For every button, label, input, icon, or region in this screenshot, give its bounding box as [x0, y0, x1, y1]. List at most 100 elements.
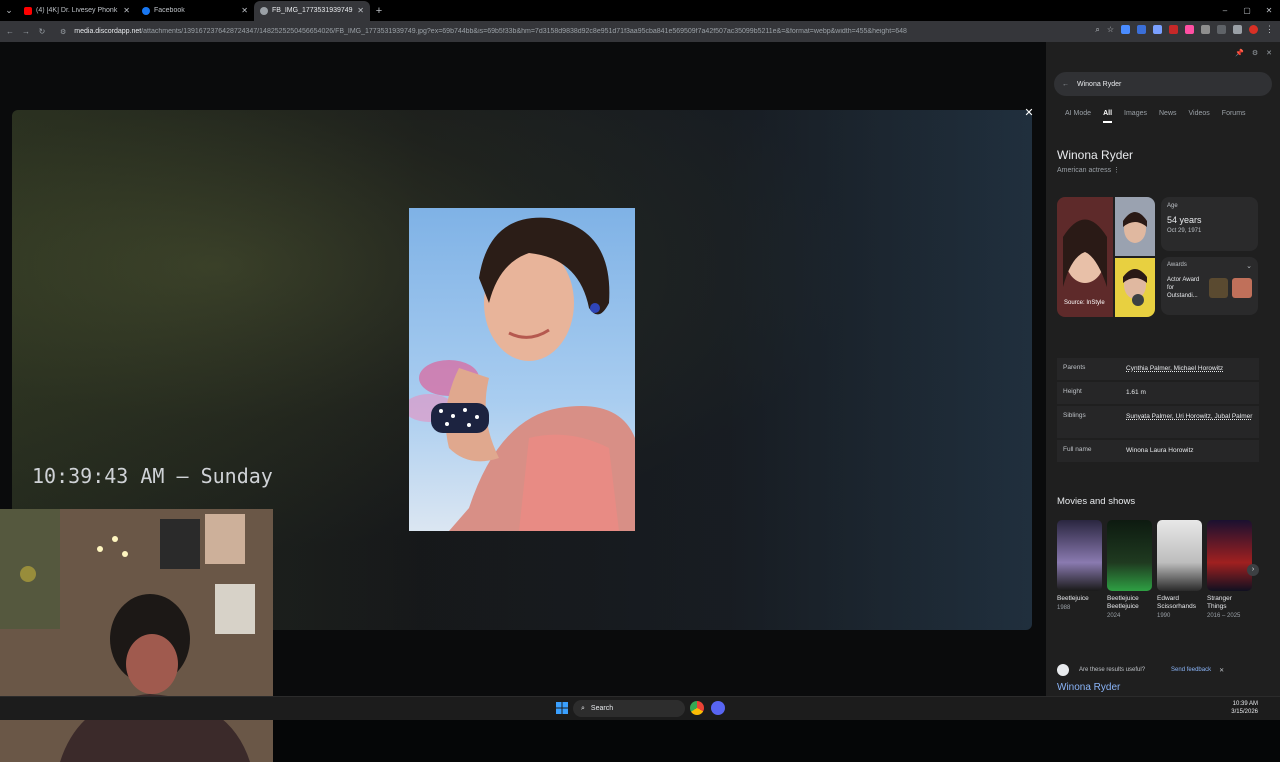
movie-poster — [1107, 520, 1152, 591]
fact-value: Winona Laura Horowitz — [1126, 447, 1194, 454]
profile-avatar[interactable] — [1249, 25, 1258, 34]
tab-close-icon[interactable]: ✕ — [241, 6, 248, 15]
fact-value-link[interactable]: Sunyata Palmer, Uri Horowitz, Jubal Palm… — [1126, 412, 1253, 432]
minimize-button[interactable]: – — [1214, 0, 1236, 21]
search-input[interactable]: ← Winona Ryder — [1054, 72, 1272, 96]
next-result-title[interactable]: Winona Ryder — [1057, 682, 1120, 693]
chrome-icon[interactable] — [690, 701, 704, 715]
image-viewer: ✕ 10:39:43 AM — Sunday — [0, 42, 1046, 762]
tab-title: FB_IMG_1773531939749.jpg (4 — [272, 7, 353, 14]
address-bar[interactable]: ⚙ media.discordapp.net /attachments/1391… — [60, 24, 1060, 39]
tab-all[interactable]: All — [1103, 110, 1113, 123]
system-date: 3/15/2026 — [1231, 709, 1258, 715]
tab-images[interactable]: Images — [1124, 110, 1147, 123]
close-icon[interactable]: ✕ — [1022, 106, 1036, 120]
fact-row-parents: Parents Cynthia Palmer, Michael Horowitz — [1057, 358, 1259, 380]
new-tab-button[interactable]: + — [370, 5, 388, 17]
extensions-puzzle-icon[interactable] — [1217, 25, 1226, 34]
feedback-question: Are these results useful? — [1079, 667, 1146, 673]
tab-strip: ⌄ (4) [4K] Dr. Livesey Phonk Walk ✕ Face… — [0, 0, 1280, 21]
fact-key: Parents — [1063, 364, 1086, 371]
tab-videos[interactable]: Videos — [1189, 110, 1210, 123]
send-feedback-link[interactable]: Send feedback — [1171, 667, 1211, 673]
youtube-icon — [24, 6, 32, 15]
movie-year: 1988 — [1057, 605, 1071, 611]
movie-year: 2016 – 2025 — [1207, 613, 1241, 619]
birth-date: Oct 29, 1971 — [1167, 228, 1202, 234]
award-thumbnail[interactable] — [1208, 278, 1229, 298]
extension-icon[interactable] — [1201, 25, 1210, 34]
tab-forums[interactable]: Forums — [1222, 110, 1246, 123]
extension-icon[interactable] — [1153, 25, 1162, 34]
site-info-icon[interactable]: ⚙ — [60, 28, 66, 36]
close-icon[interactable]: ✕ — [1219, 667, 1224, 674]
award-description: Actor Award for Outstandi... — [1167, 277, 1200, 299]
tab-ai-mode[interactable]: AI Mode — [1065, 110, 1091, 123]
window-controls: – ▢ ✕ — [1214, 0, 1280, 21]
movie-card[interactable]: Beetlejuice 1988 — [1057, 520, 1102, 619]
settings-icon[interactable]: ⚙ — [1252, 49, 1258, 57]
tab-facebook[interactable]: Facebook ✕ — [136, 1, 254, 21]
feedback-bar: Are these results useful? Send feedback … — [1057, 662, 1257, 678]
search-tabs: AI Mode All Images News Videos Forums — [1065, 110, 1246, 123]
fact-value-link[interactable]: Cynthia Palmer, Michael Horowitz — [1126, 364, 1253, 374]
extensions-bar: ⌕ ☆ ⋮ — [1095, 24, 1274, 35]
movie-card[interactable]: Beetlejuice Beetlejuice 2024 — [1107, 520, 1152, 619]
tab-close-icon[interactable]: ✕ — [357, 6, 364, 15]
side-panel-icon[interactable] — [1233, 25, 1242, 34]
menu-icon[interactable]: ⋮ — [1265, 24, 1274, 35]
extension-icon[interactable] — [1185, 25, 1194, 34]
fact-key: Height — [1063, 388, 1082, 395]
extension-icon[interactable] — [1169, 25, 1178, 34]
close-panel-icon[interactable]: ✕ — [1266, 49, 1272, 57]
back-icon[interactable]: ← — [4, 27, 16, 36]
carousel-next-icon[interactable]: › — [1247, 564, 1259, 576]
age-label: Age — [1167, 203, 1178, 209]
system-time: 10:39 AM — [1232, 701, 1258, 707]
awards-card[interactable]: Awards ⌄ Actor Award for Outstandi... — [1161, 257, 1258, 315]
back-arrow-icon[interactable]: ← — [1062, 81, 1069, 88]
chevron-down-icon[interactable]: ⌄ — [1246, 262, 1252, 270]
awards-header: Awards ⌄ — [1167, 262, 1252, 270]
movie-card[interactable]: Stranger Things 2016 – 2025 — [1207, 520, 1252, 619]
knowledge-panel-images[interactable] — [1057, 197, 1155, 317]
maximize-button[interactable]: ▢ — [1236, 0, 1258, 21]
awards-label: Awards — [1167, 262, 1187, 268]
url-host: media.discordapp.net — [74, 28, 142, 35]
forward-icon[interactable]: → — [20, 27, 32, 36]
google-icon — [1057, 664, 1069, 676]
movie-card[interactable]: Edward Scissorhands 1990 — [1157, 520, 1202, 619]
extension-icon[interactable] — [1121, 25, 1130, 34]
movie-title: Stranger Things — [1207, 595, 1232, 610]
close-window-button[interactable]: ✕ — [1258, 0, 1280, 21]
movie-title: Edward Scissorhands — [1157, 595, 1197, 610]
tab-youtube[interactable]: (4) [4K] Dr. Livesey Phonk Walk ✕ — [18, 1, 136, 21]
tab-title: (4) [4K] Dr. Livesey Phonk Walk — [36, 7, 119, 14]
tab-search-icon[interactable]: ⌄ — [0, 0, 18, 21]
fact-row-height: Height 1.61 m — [1057, 382, 1259, 404]
taskbar-search[interactable]: ⌕ Search — [573, 700, 685, 717]
windows-start-icon[interactable] — [556, 702, 568, 714]
zoom-icon[interactable]: ⌕ — [1095, 25, 1099, 35]
fact-key: Siblings — [1063, 412, 1086, 419]
pin-icon[interactable]: 📌 — [1235, 49, 1244, 57]
movie-poster — [1207, 520, 1252, 591]
movie-title: Beetlejuice — [1057, 595, 1089, 602]
bookmark-star-icon[interactable]: ☆ — [1107, 25, 1114, 34]
movie-year: 2024 — [1107, 613, 1121, 619]
facts-table: Parents Cynthia Palmer, Michael Horowitz… — [1057, 358, 1259, 464]
tab-news[interactable]: News — [1159, 110, 1177, 123]
age-card[interactable]: Age 54 years Oct 29, 1971 — [1161, 197, 1258, 251]
award-thumbnail[interactable] — [1232, 278, 1253, 298]
movie-year: 1990 — [1157, 613, 1171, 619]
reload-icon[interactable]: ↻ — [36, 27, 48, 36]
system-clock[interactable]: 10:39 AM 3/15/2026 — [1231, 700, 1258, 716]
more-options-icon[interactable]: ⋮ — [1113, 167, 1120, 174]
fact-value: 1.61 m — [1126, 389, 1146, 396]
tab-close-icon[interactable]: ✕ — [123, 6, 130, 15]
discord-icon[interactable] — [711, 701, 725, 715]
extension-icon[interactable] — [1137, 25, 1146, 34]
age-value: 54 years — [1167, 215, 1202, 225]
globe-icon — [260, 6, 268, 15]
tab-image[interactable]: FB_IMG_1773531939749.jpg (4 ✕ — [254, 0, 370, 21]
